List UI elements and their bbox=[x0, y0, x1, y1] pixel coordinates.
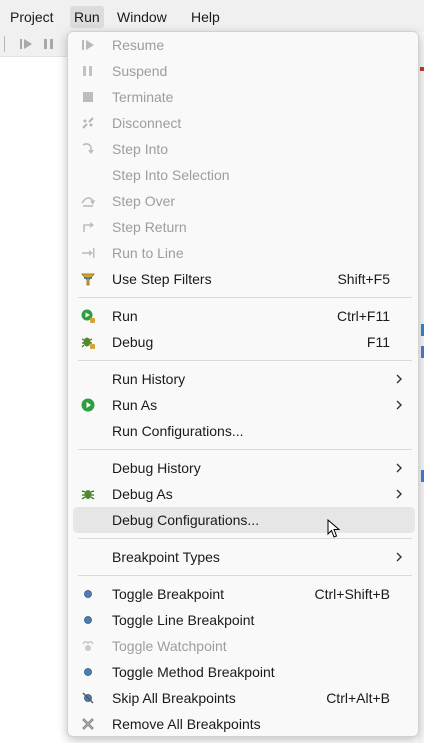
breakpoint-dot-icon bbox=[80, 586, 96, 602]
menu-item-shortcut: F11 bbox=[366, 334, 390, 350]
menu-item-label: Run Configurations... bbox=[112, 423, 244, 439]
menu-item-disconnect[interactable]: Disconnect bbox=[68, 110, 418, 136]
menu-item-shortcut: Ctrl+Shift+B bbox=[314, 586, 390, 602]
suspend-icon[interactable] bbox=[41, 36, 57, 52]
menu-item-label: Run History bbox=[112, 371, 186, 387]
menu-separator bbox=[78, 449, 412, 450]
menu-item-label: Run bbox=[112, 308, 138, 324]
menu-item-label: Run As bbox=[112, 397, 158, 413]
error-marker bbox=[420, 67, 424, 71]
menu-item-toggle-watchpoint[interactable]: Toggle Watchpoint bbox=[68, 633, 418, 659]
menu-item-label: Step Into bbox=[112, 141, 169, 157]
breakpoint-dot-icon bbox=[80, 612, 96, 628]
menu-item-run-as[interactable]: Run As bbox=[68, 392, 418, 418]
menu-item-label: Remove All Breakpoints bbox=[112, 716, 261, 732]
menu-separator bbox=[78, 538, 412, 539]
menu-item-skip-all-breakpoints[interactable]: Skip All Breakpoints Ctrl+Alt+B bbox=[68, 685, 418, 711]
menu-item-run-history[interactable]: Run History bbox=[68, 366, 418, 392]
menu-item-label: Step Into Selection bbox=[112, 167, 230, 183]
menu-item-run-to-line[interactable]: Run to Line bbox=[68, 240, 418, 266]
suspend-icon bbox=[80, 63, 96, 79]
menu-item-label: Step Return bbox=[112, 219, 187, 235]
menu-item-shortcut: Ctrl+F11 bbox=[336, 308, 390, 324]
menu-item-resume[interactable]: Resume bbox=[68, 32, 418, 58]
menu-item-label: Suspend bbox=[112, 63, 168, 79]
chevron-right-icon bbox=[394, 371, 404, 387]
menu-bar: Project Run Window Help bbox=[0, 0, 424, 32]
step-filters-icon bbox=[80, 271, 96, 287]
menubar-project[interactable]: Project bbox=[6, 6, 58, 28]
menu-item-label: Resume bbox=[112, 37, 165, 53]
menu-item-toggle-line-breakpoint[interactable]: Toggle Line Breakpoint bbox=[68, 607, 418, 633]
menu-item-shortcut: Ctrl+Alt+B bbox=[326, 690, 390, 706]
chevron-right-icon bbox=[394, 397, 404, 413]
menu-item-toggle-method-breakpoint[interactable]: Toggle Method Breakpoint bbox=[68, 659, 418, 685]
mouse-cursor-icon bbox=[327, 519, 341, 538]
menu-item-use-step-filters[interactable]: Use Step Filters Shift+F5 bbox=[68, 266, 418, 292]
remove-breakpoints-icon bbox=[80, 716, 96, 732]
run-menu-dropdown: Resume Suspend Terminate Disconnect Step… bbox=[67, 31, 419, 737]
menu-item-label: Breakpoint Types bbox=[112, 549, 220, 565]
chevron-right-icon bbox=[394, 460, 404, 476]
menu-item-label: Debug Configurations... bbox=[112, 512, 260, 528]
editor-top-border bbox=[0, 56, 68, 57]
toolbar bbox=[0, 32, 68, 57]
menu-item-label: Run to Line bbox=[112, 245, 184, 261]
menu-item-label: Toggle Line Breakpoint bbox=[112, 612, 255, 628]
menu-item-debug-configurations[interactable]: Debug Configurations... bbox=[68, 507, 418, 533]
menu-item-label: Terminate bbox=[112, 89, 174, 105]
run-to-line-icon bbox=[80, 245, 96, 261]
watchpoint-icon bbox=[80, 638, 96, 654]
menu-item-terminate[interactable]: Terminate bbox=[68, 84, 418, 110]
menu-separator bbox=[78, 360, 412, 361]
menu-item-label: Debug As bbox=[112, 486, 173, 502]
skip-breakpoints-icon bbox=[80, 690, 96, 706]
menu-item-label: Disconnect bbox=[112, 115, 182, 131]
menu-item-debug-as[interactable]: Debug As bbox=[68, 481, 418, 507]
menu-item-debug[interactable]: Debug F11 bbox=[68, 329, 418, 355]
debug-as-icon bbox=[80, 486, 96, 502]
menu-item-label: Toggle Watchpoint bbox=[112, 638, 227, 654]
menu-item-label: Toggle Method Breakpoint bbox=[112, 664, 275, 680]
menu-item-label: Debug History bbox=[112, 460, 201, 476]
menu-item-run[interactable]: Run Ctrl+F11 bbox=[68, 303, 418, 329]
menu-item-label: Use Step Filters bbox=[112, 271, 212, 287]
menu-item-label: Toggle Breakpoint bbox=[112, 586, 225, 602]
menu-item-step-into[interactable]: Step Into bbox=[68, 136, 418, 162]
menubar-window[interactable]: Window bbox=[113, 6, 171, 28]
menu-item-label: Step Over bbox=[112, 193, 176, 209]
breakpoint-dot-icon bbox=[80, 664, 96, 680]
chevron-right-icon bbox=[394, 549, 404, 565]
menu-separator bbox=[78, 575, 412, 576]
step-over-icon bbox=[80, 193, 96, 209]
menu-item-label: Debug bbox=[112, 334, 154, 350]
disconnect-icon bbox=[80, 115, 96, 131]
menu-item-toggle-breakpoint[interactable]: Toggle Breakpoint Ctrl+Shift+B bbox=[68, 581, 418, 607]
menubar-run[interactable]: Run bbox=[70, 6, 104, 28]
menu-item-run-configurations[interactable]: Run Configurations... bbox=[68, 418, 418, 444]
menu-item-step-into-selection[interactable]: Step Into Selection bbox=[68, 162, 418, 188]
step-return-icon bbox=[80, 219, 96, 235]
resume-icon[interactable] bbox=[18, 36, 34, 52]
run-as-icon bbox=[80, 397, 96, 413]
chevron-right-icon bbox=[394, 486, 404, 502]
menu-item-shortcut: Shift+F5 bbox=[337, 271, 390, 287]
menu-item-breakpoint-types[interactable]: Breakpoint Types bbox=[68, 544, 418, 570]
terminate-icon bbox=[80, 89, 96, 105]
menu-item-label: Skip All Breakpoints bbox=[112, 690, 236, 706]
menu-item-debug-history[interactable]: Debug History bbox=[68, 455, 418, 481]
resume-icon bbox=[80, 37, 96, 53]
menu-item-step-over[interactable]: Step Over bbox=[68, 188, 418, 214]
menubar-help[interactable]: Help bbox=[187, 6, 224, 28]
debug-bug-icon bbox=[80, 334, 96, 350]
toolbar-separator bbox=[4, 36, 5, 52]
menu-item-step-return[interactable]: Step Return bbox=[68, 214, 418, 240]
menu-item-suspend[interactable]: Suspend bbox=[68, 58, 418, 84]
run-icon bbox=[80, 308, 96, 324]
step-into-icon bbox=[80, 141, 96, 157]
menu-separator bbox=[78, 297, 412, 298]
menu-item-remove-all-breakpoints[interactable]: Remove All Breakpoints bbox=[68, 711, 418, 737]
